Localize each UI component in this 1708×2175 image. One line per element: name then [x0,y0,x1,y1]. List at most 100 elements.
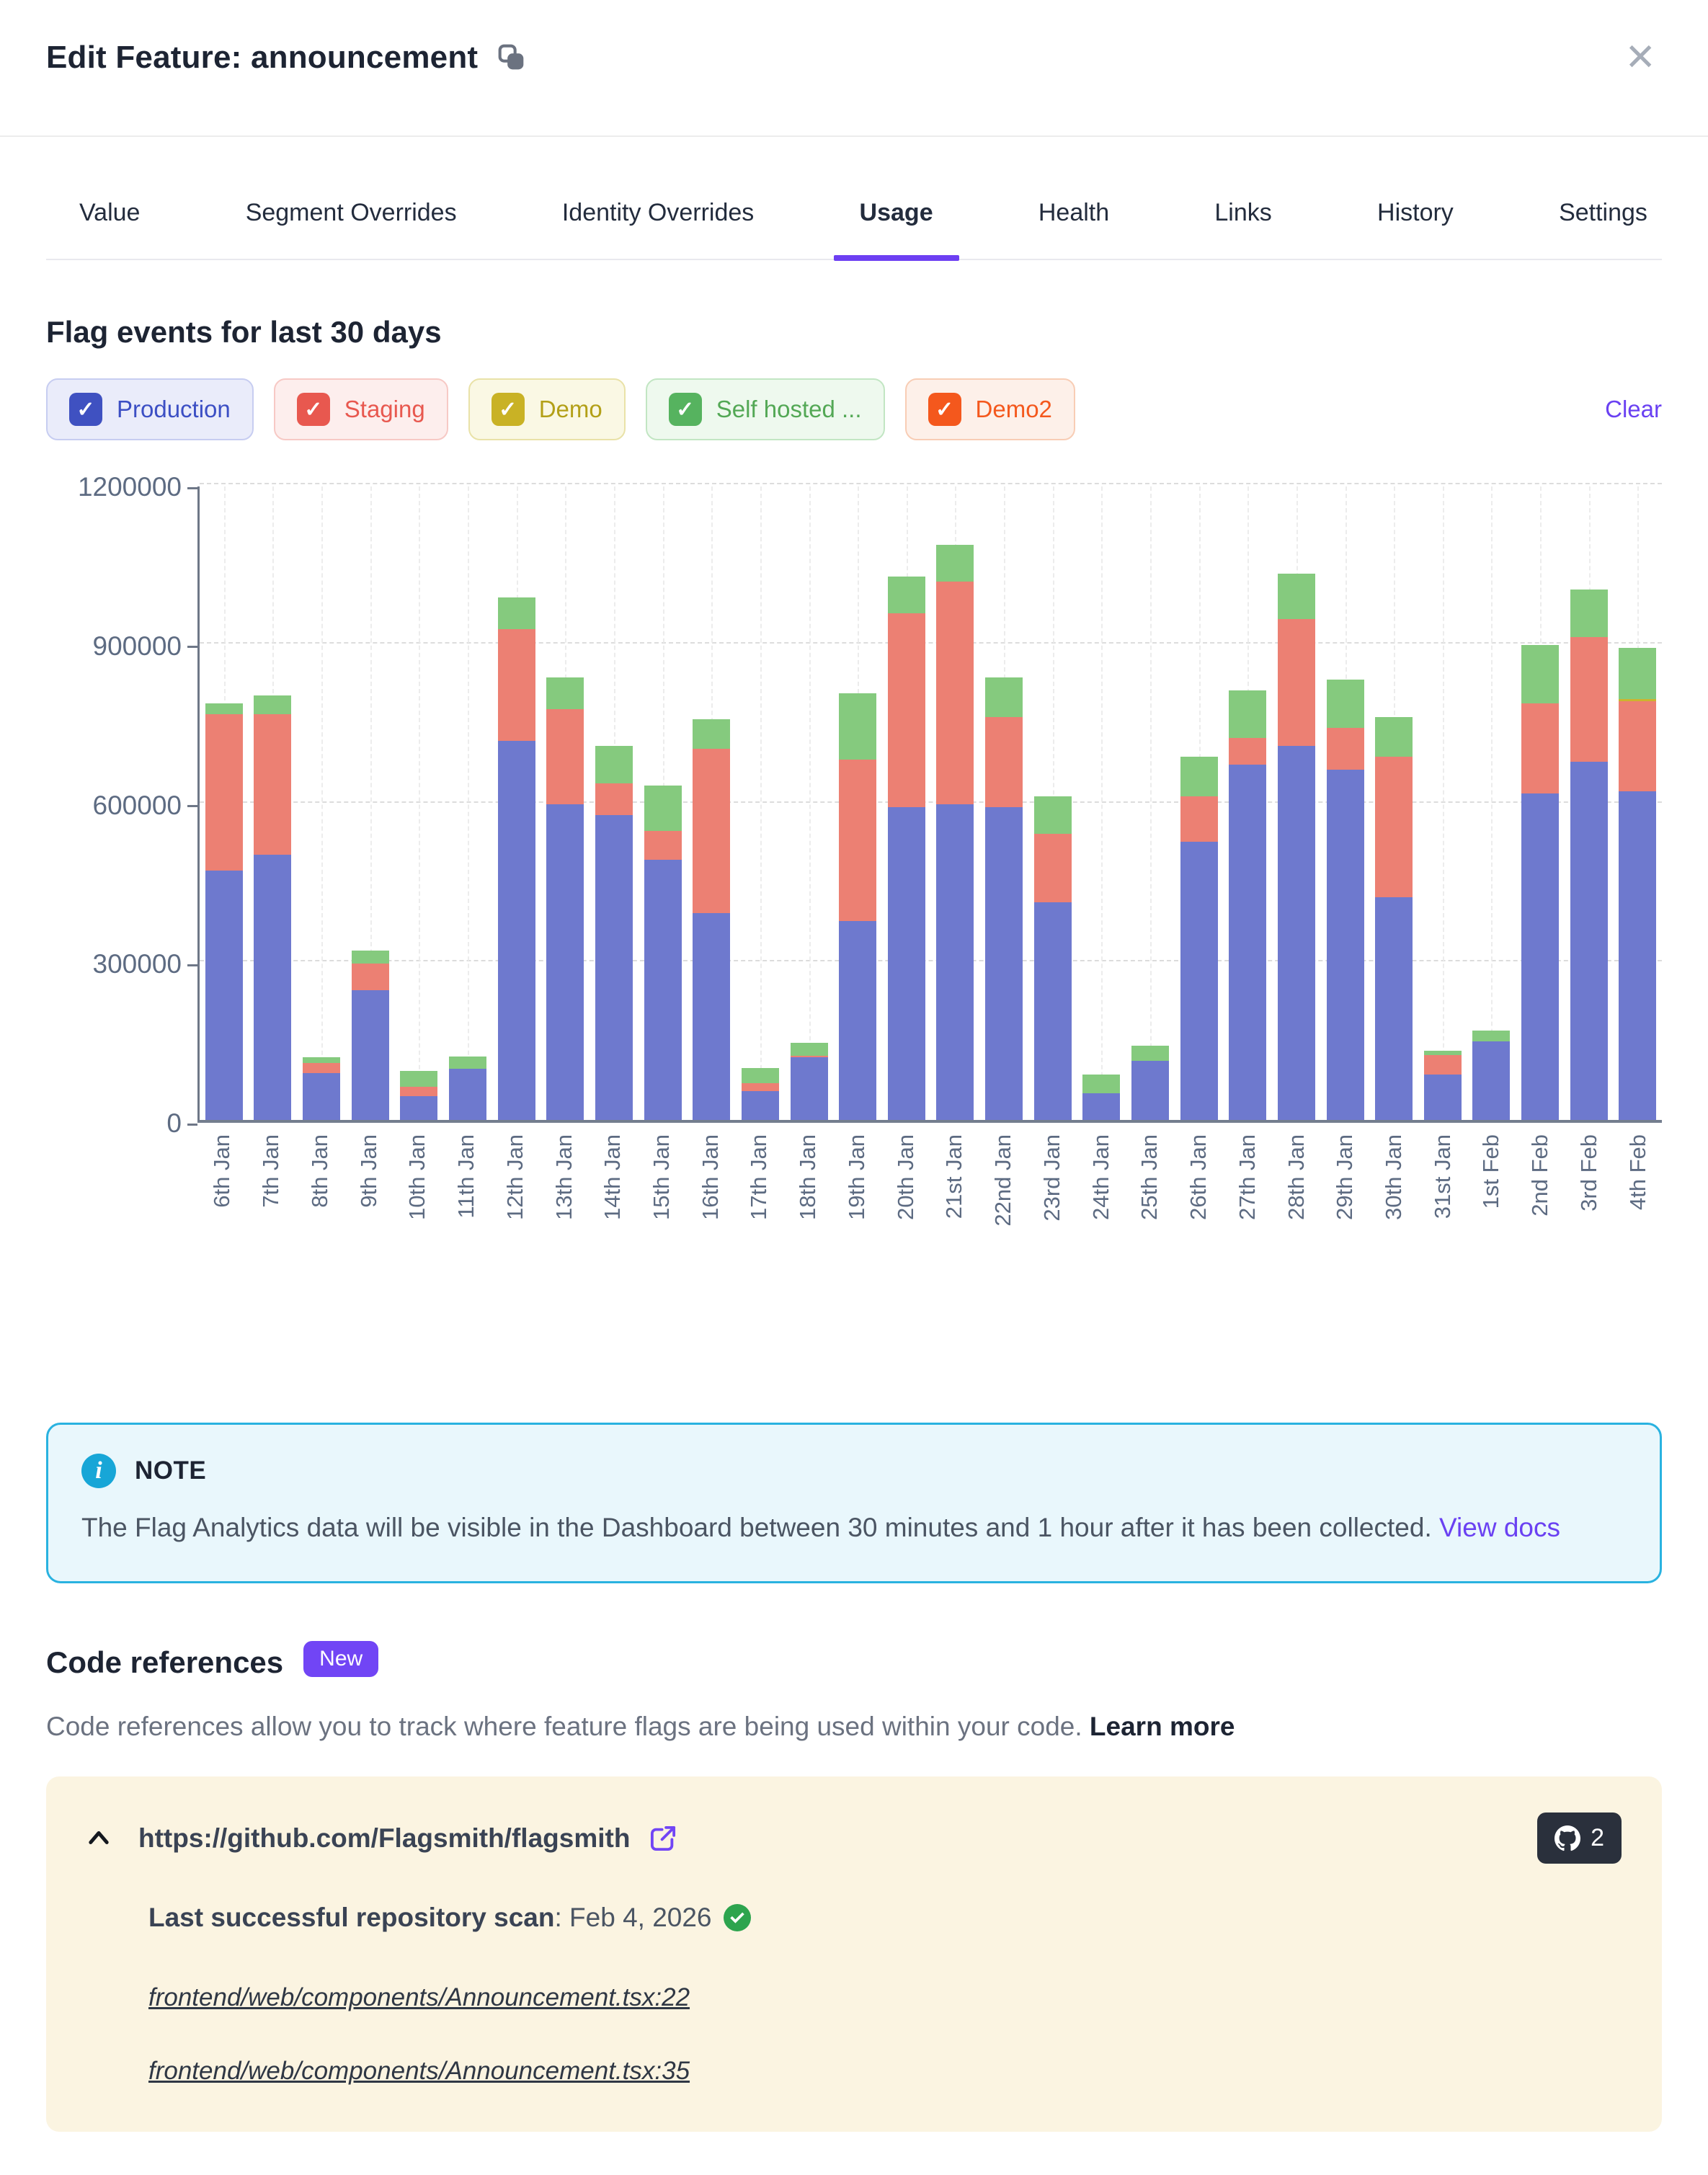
tab-value[interactable]: Value [79,199,140,259]
bar-segment-production [1034,902,1072,1120]
x-tick-label: 19th Jan [832,1134,881,1315]
x-tick-label: 28th Jan [1271,1134,1320,1315]
chart-column [639,486,688,1120]
x-tick-label: 29th Jan [1320,1134,1369,1315]
file-links: frontend/web/components/Announcement.tsx… [148,1983,1622,2086]
bar-segment-production [1229,765,1266,1120]
bar-stack [791,1043,828,1120]
chart-column [590,486,639,1120]
bar-segment-production [303,1073,340,1120]
bar-stack [1521,645,1559,1120]
bar-segment-self-hosted [1229,690,1266,738]
bar-segment-self-hosted [742,1068,779,1083]
legend-toggle-demo[interactable]: ✓Demo [468,378,626,440]
github-count-badge[interactable]: 2 [1537,1812,1622,1864]
x-tick-label: 4th Feb [1613,1134,1662,1315]
bar-stack [546,677,584,1120]
bar-segment-self-hosted [1472,1031,1510,1041]
bar-segment-production [1472,1041,1510,1120]
bar-stack [985,677,1023,1120]
x-tick-label: 27th Jan [1222,1134,1271,1315]
github-ref-count: 2 [1591,1824,1604,1852]
bar-segment-production [400,1096,437,1120]
learn-more-link[interactable]: Learn more [1090,1712,1235,1741]
y-tick-label: 300000 [93,951,182,977]
tab-history[interactable]: History [1377,199,1454,259]
bar-segment-staging [205,714,243,871]
external-link-icon[interactable] [647,1823,679,1854]
close-icon[interactable]: ✕ [1619,39,1662,76]
flag-events-heading: Flag events for last 30 days [46,315,1662,350]
legend-toggle-self-hosted[interactable]: ✓Self hosted ... [646,378,885,440]
collapse-repo-button[interactable] [81,1826,117,1850]
flag-events-chart: 03000006000009000001200000 6th Jan7th Ja… [46,486,1662,1315]
bar-segment-staging [400,1087,437,1096]
tab-health[interactable]: Health [1038,199,1109,259]
bar-segment-production [1424,1075,1462,1120]
chart-column [1418,486,1467,1120]
code-reference-file-link[interactable]: frontend/web/components/Announcement.tsx… [148,2057,690,2086]
bar-stack [595,746,633,1120]
bar-segment-self-hosted [791,1043,828,1056]
tab-links[interactable]: Links [1214,199,1271,259]
bar-segment-production [693,913,730,1120]
checkbox-checked-icon: ✓ [669,393,702,426]
copy-icon[interactable] [497,43,527,73]
bar-segment-self-hosted [1082,1075,1120,1093]
bar-stack [1180,757,1218,1120]
code-reference-file-link[interactable]: frontend/web/components/Announcement.tsx… [148,1983,690,2012]
legend-toggle-production[interactable]: ✓Production [46,378,254,440]
bar-segment-staging [1229,738,1266,765]
bar-segment-production [1278,746,1315,1120]
tab-settings[interactable]: Settings [1559,199,1647,259]
view-docs-link[interactable]: View docs [1439,1513,1560,1542]
chart-column [687,486,736,1120]
y-tick-label: 600000 [93,792,182,819]
bar-stack [1278,574,1315,1120]
legend-label: Demo [539,396,602,423]
checkbox-checked-icon: ✓ [69,393,102,426]
bar-segment-staging [498,629,535,741]
bar-segment-staging [839,760,876,921]
tab-segment-overrides[interactable]: Segment Overrides [246,199,457,259]
bar-stack [936,545,974,1120]
repo-url-link[interactable]: https://github.com/Flagsmith/flagsmith [138,1823,630,1854]
chart-column [200,486,249,1120]
chart-x-labels: 6th Jan7th Jan8th Jan9th Jan10th Jan11th… [197,1134,1662,1315]
bar-stack [1327,680,1364,1120]
chart-column [297,486,346,1120]
bar-segment-production [1521,793,1559,1120]
bar-segment-staging [1521,703,1559,793]
bar-segment-self-hosted [644,786,682,831]
bar-stack [742,1068,779,1120]
tab-usage[interactable]: Usage [860,199,933,259]
edit-feature-modal: Edit Feature: announcement ✕ ValueSegmen… [0,0,1708,2175]
bar-segment-self-hosted [1619,648,1656,699]
x-tick-label: 22nd Jan [979,1134,1028,1315]
checkbox-checked-icon: ✓ [297,393,330,426]
bar-stack [352,951,389,1120]
x-tick-label: 13th Jan [539,1134,588,1315]
x-tick-label: 16th Jan [685,1134,734,1315]
bar-stack [498,597,535,1120]
chart-column [1369,486,1418,1120]
bar-segment-staging [888,613,925,807]
x-tick-label: 30th Jan [1369,1134,1418,1315]
legend-toggle-demo2[interactable]: ✓Demo2 [905,378,1075,440]
clear-button[interactable]: Clear [1605,396,1662,423]
x-tick-label: 23rd Jan [1027,1134,1076,1315]
note-text: The Flag Analytics data will be visible … [81,1513,1432,1542]
tab-identity-overrides[interactable]: Identity Overrides [562,199,754,259]
chart-column [882,486,931,1120]
tabs: Value Segment Overrides Identity Overrides… [46,137,1662,260]
bar-segment-production [1570,762,1608,1120]
bar-segment-self-hosted [1131,1046,1169,1061]
bar-segment-staging [254,714,291,855]
bar-stack [1082,1075,1120,1120]
bar-segment-staging [936,582,974,804]
bar-segment-production [1375,897,1413,1120]
legend-toggle-staging[interactable]: ✓Staging [274,378,448,440]
bar-segment-self-hosted [352,951,389,964]
bar-segment-staging [546,709,584,804]
chart-plot [197,486,1662,1123]
